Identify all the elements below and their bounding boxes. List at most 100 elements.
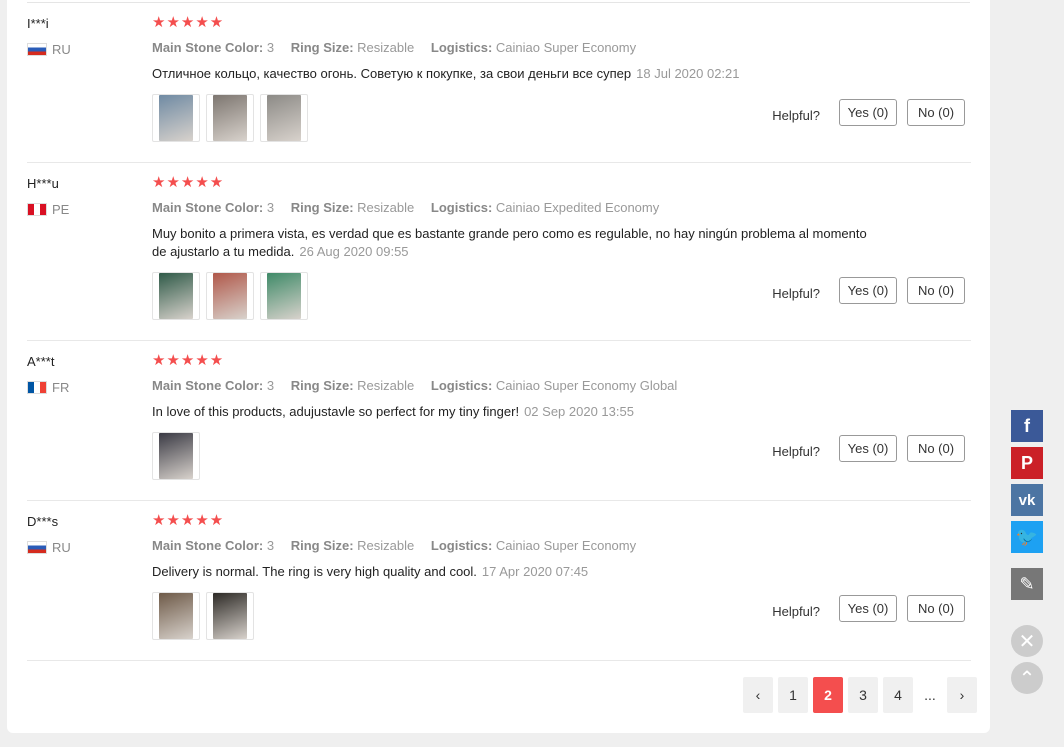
review-photo-image	[159, 593, 193, 639]
page-4-button[interactable]: 4	[883, 677, 913, 713]
stone-color-label: Main Stone Color:	[152, 378, 264, 393]
country-flag-icon	[27, 203, 47, 216]
helpful-label: Helpful?	[772, 286, 820, 301]
close-icon[interactable]: ✕	[1011, 625, 1043, 657]
review-comment: In love of this products, adujustavle so…	[152, 404, 520, 419]
reviewer-country: FR	[27, 380, 69, 395]
reviewer-name: I***i	[27, 16, 49, 31]
page-1-button[interactable]: 1	[778, 677, 808, 713]
helpful-vote: Helpful? Yes (0) No (0)	[772, 99, 965, 126]
pagination-ellipsis: ...	[924, 687, 936, 703]
helpful-yes-button[interactable]: Yes (0)	[839, 595, 897, 622]
review-text: Отличное кольцо, качество огонь. Советую…	[152, 65, 872, 83]
review-photos	[152, 592, 872, 640]
star-rating: ★★★★★	[152, 352, 225, 369]
helpful-no-button[interactable]: No (0)	[907, 595, 965, 622]
page-2-button[interactable]: 2	[813, 677, 843, 713]
review-photo-image	[159, 273, 193, 319]
star-rating: ★★★★★	[152, 14, 225, 31]
stone-color-value: 3	[266, 378, 275, 393]
helpful-yes-button[interactable]: Yes (0)	[839, 277, 897, 304]
review-photo[interactable]	[260, 272, 308, 320]
review-photo[interactable]	[152, 592, 200, 640]
review-text: Muy bonito a primera vista, es verdad qu…	[152, 225, 872, 261]
review-photo[interactable]	[206, 272, 254, 320]
review-photo-image	[213, 273, 247, 319]
logistics-value: Cainiao Super Economy	[495, 40, 637, 55]
helpful-no-button[interactable]: No (0)	[907, 277, 965, 304]
helpful-yes-button[interactable]: Yes (0)	[839, 435, 897, 462]
review-photo[interactable]	[260, 94, 308, 142]
review-photo[interactable]	[152, 94, 200, 142]
ring-size-value: Resizable	[357, 200, 415, 215]
next-page-button[interactable]: ›	[947, 677, 977, 713]
stone-color-value: 3	[266, 538, 275, 553]
review-comment: Delivery is normal. The ring is very hig…	[152, 564, 477, 579]
review-text: Delivery is normal. The ring is very hig…	[152, 563, 872, 581]
helpful-vote: Helpful? Yes (0) No (0)	[772, 435, 965, 462]
helpful-label: Helpful?	[772, 604, 820, 619]
reviewer-country: RU	[27, 540, 71, 555]
review-photo-image	[159, 95, 193, 141]
country-code: RU	[52, 540, 71, 555]
helpful-no-button[interactable]: No (0)	[907, 435, 965, 462]
logistics-label: Logistics:	[430, 200, 493, 215]
pagination: ‹ 1 2 3 4 ... ›	[743, 677, 977, 713]
facebook-icon[interactable]: f	[1011, 410, 1043, 442]
review-item: I***i RU ★★★★★ Main Stone Color: 3 Ring …	[27, 2, 971, 163]
pinterest-icon[interactable]: P	[1011, 447, 1043, 479]
review-item: D***s RU ★★★★★ Main Stone Color: 3 Ring …	[27, 500, 971, 661]
review-photo[interactable]	[152, 272, 200, 320]
review-photo-image	[267, 95, 301, 141]
edit-icon[interactable]: ✎	[1011, 568, 1043, 600]
review-photo-image	[213, 593, 247, 639]
helpful-label: Helpful?	[772, 444, 820, 459]
page-3-button[interactable]: 3	[848, 677, 878, 713]
stone-color-value: 3	[266, 200, 275, 215]
ring-size-value: Resizable	[357, 378, 415, 393]
reviews-panel: I***i RU ★★★★★ Main Stone Color: 3 Ring …	[7, 0, 990, 733]
stone-color-label: Main Stone Color:	[152, 538, 264, 553]
country-flag-icon	[27, 541, 47, 554]
logistics-value: Cainiao Expedited Economy	[495, 200, 660, 215]
ring-size-value: Resizable	[357, 538, 415, 553]
helpful-no-button[interactable]: No (0)	[907, 99, 965, 126]
star-rating: ★★★★★	[152, 174, 225, 191]
review-photo-image	[213, 95, 247, 141]
vk-icon[interactable]: vk	[1011, 484, 1043, 516]
review-photos	[152, 272, 872, 320]
review-photo-image	[267, 273, 301, 319]
review-item: H***u PE ★★★★★ Main Stone Color: 3 Ring …	[27, 162, 971, 341]
review-photo[interactable]	[152, 432, 200, 480]
reviewer-country: PE	[27, 202, 69, 217]
twitter-icon[interactable]: 🐦	[1011, 521, 1043, 553]
review-comment: Отличное кольцо, качество огонь. Советую…	[152, 66, 632, 81]
review-photo[interactable]	[206, 592, 254, 640]
helpful-yes-button[interactable]: Yes (0)	[839, 99, 897, 126]
review-photo[interactable]	[206, 94, 254, 142]
ring-size-label: Ring Size:	[290, 200, 354, 215]
logistics-label: Logistics:	[430, 538, 493, 553]
review-text: In love of this products, adujustavle so…	[152, 403, 872, 421]
review-item: A***t FR ★★★★★ Main Stone Color: 3 Ring …	[27, 340, 971, 501]
helpful-vote: Helpful? Yes (0) No (0)	[772, 595, 965, 622]
scroll-top-icon[interactable]: ⌃	[1011, 662, 1043, 694]
stone-color-label: Main Stone Color:	[152, 200, 264, 215]
ring-size-label: Ring Size:	[290, 538, 354, 553]
ring-size-label: Ring Size:	[290, 378, 354, 393]
review-attributes: Main Stone Color: 3 Ring Size: Resizable…	[152, 200, 872, 215]
prev-page-button[interactable]: ‹	[743, 677, 773, 713]
country-code: RU	[52, 42, 71, 57]
logistics-label: Logistics:	[430, 40, 493, 55]
stone-color-value: 3	[266, 40, 275, 55]
review-comment: Muy bonito a primera vista, es verdad qu…	[152, 226, 867, 259]
reviewer-name: A***t	[27, 354, 55, 369]
logistics-label: Logistics:	[430, 378, 493, 393]
review-body: ★★★★★ Main Stone Color: 3 Ring Size: Res…	[152, 512, 872, 640]
ring-size-value: Resizable	[357, 40, 415, 55]
review-photo-image	[159, 433, 193, 479]
reviewer-country: RU	[27, 42, 71, 57]
review-body: ★★★★★ Main Stone Color: 3 Ring Size: Res…	[152, 352, 872, 480]
review-attributes: Main Stone Color: 3 Ring Size: Resizable…	[152, 40, 872, 55]
star-rating: ★★★★★	[152, 512, 225, 529]
